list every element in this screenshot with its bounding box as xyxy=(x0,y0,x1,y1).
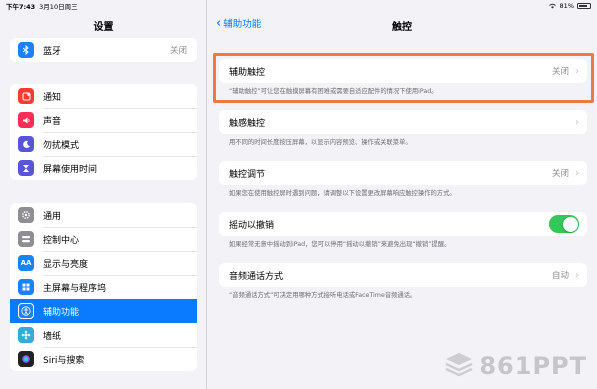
haptic-touch-row[interactable]: 触感触控 › xyxy=(219,110,587,134)
hourglass-icon xyxy=(18,160,34,176)
sidebar-item-sounds[interactable]: 声音 xyxy=(10,108,197,132)
call-audio-routing-note: “音频通话方式”可决定用哪种方式接听电话或FaceTime音频通话。 xyxy=(229,292,417,299)
sidebar-item-label: 显示与亮度 xyxy=(43,259,89,270)
call-audio-routing-row[interactable]: 音频通话方式 自动 › xyxy=(219,263,587,287)
battery-percent: 81% xyxy=(559,2,574,10)
notifications-icon xyxy=(18,88,34,104)
touch-accommodations-value: 关闭 xyxy=(551,169,569,179)
assistive-touch-row[interactable]: 辅助触控 关闭 › xyxy=(219,59,587,83)
shake-to-undo-label: 摇动以撤销 xyxy=(229,220,275,231)
siri-icon xyxy=(18,351,34,367)
sidebar-item-accessibility[interactable]: 辅助功能 xyxy=(10,299,197,323)
sidebar-group-general: 通用 控制中心 AA 显示与亮度 主屏幕与程序坞 辅助功能 墙纸 Siri与搜索 xyxy=(10,203,197,371)
sidebar-item-label: 通知 xyxy=(43,92,62,103)
chevron-right-icon: › xyxy=(575,269,579,281)
sidebar-item-wallpaper[interactable]: 墙纸 xyxy=(10,323,197,347)
display-icon: AA xyxy=(18,255,34,271)
shake-to-undo-row: 摇动以撤销 xyxy=(219,212,587,236)
home-screen-icon xyxy=(18,279,34,295)
chevron-right-icon: › xyxy=(575,167,579,179)
sidebar-item-siri-search[interactable]: Siri与搜索 xyxy=(10,347,197,371)
chevron-right-icon: › xyxy=(575,65,579,77)
call-audio-routing-value: 自动 xyxy=(551,271,569,281)
gear-icon xyxy=(18,207,34,223)
sidebar-item-label: 声音 xyxy=(43,116,62,127)
layers-logo-icon xyxy=(444,351,474,381)
sidebar-item-control-center[interactable]: 控制中心 xyxy=(10,227,197,251)
wallpaper-icon xyxy=(18,327,34,343)
bluetooth-icon xyxy=(18,42,34,58)
shake-to-undo-note: 如果经常无意中摇动到iPad，您可以停用“摇动以撤销”来避免出现“撤销”提醒。 xyxy=(229,241,451,248)
status-time: 下午7:43 xyxy=(6,3,36,11)
status-bar: 下午7:43 3月10日周三 81% xyxy=(0,0,597,12)
sidebar-item-do-not-disturb[interactable]: 勿扰模式 xyxy=(10,132,197,156)
sidebar-item-screen-time[interactable]: 屏幕使用时间 xyxy=(10,156,197,180)
watermark: 861PPT xyxy=(444,351,587,381)
accessibility-icon xyxy=(18,303,34,319)
sidebar-item-label: 控制中心 xyxy=(43,235,80,246)
sidebar: 设置 蓝牙 关闭 通知 声音 勿扰模式 屏幕使用时间 通用 控制中心 AA 显示… xyxy=(0,0,207,389)
sidebar-group-connectivity: 蓝牙 关闭 xyxy=(10,38,197,62)
sidebar-item-display-brightness[interactable]: AA 显示与亮度 xyxy=(10,251,197,275)
sidebar-item-label: 主屏幕与程序坞 xyxy=(43,283,107,294)
sidebar-item-notifications[interactable]: 通知 xyxy=(10,84,197,108)
touch-accommodations-note: 如果您在使用触控屏时遇到问题，请调整以下设置更改屏幕响应触控操作的方式。 xyxy=(229,190,456,197)
moon-icon xyxy=(18,136,34,152)
sidebar-title: 设置 xyxy=(93,22,114,33)
sound-icon xyxy=(18,112,34,128)
page-title: 触控 xyxy=(392,22,412,33)
haptic-touch-note: 用不同的时间长度按压屏幕，以显示内容预览、操作或关联菜单。 xyxy=(229,139,412,146)
sidebar-item-label: 通用 xyxy=(43,211,62,222)
wifi-icon xyxy=(548,2,557,11)
status-date: 3月10日周三 xyxy=(39,3,78,11)
battery-icon xyxy=(577,3,591,9)
watermark-text: 861PPT xyxy=(479,352,587,380)
call-audio-routing-label: 音频通话方式 xyxy=(229,271,284,282)
shake-to-undo-toggle[interactable] xyxy=(549,215,579,233)
sidebar-item-label: 墙纸 xyxy=(43,331,62,342)
sidebar-item-label: Siri与搜索 xyxy=(43,355,85,366)
haptic-touch-label: 触感触控 xyxy=(229,118,266,129)
sidebar-item-value: 关闭 xyxy=(169,46,187,56)
assistive-touch-label: 辅助触控 xyxy=(229,67,266,78)
sidebar-item-bluetooth[interactable]: 蓝牙 关闭 xyxy=(10,38,197,62)
assistive-touch-value: 关闭 xyxy=(551,67,569,77)
touch-accommodations-row[interactable]: 触控调节 关闭 › xyxy=(219,161,587,185)
sidebar-item-home-screen-dock[interactable]: 主屏幕与程序坞 xyxy=(10,275,197,299)
assistive-touch-note: “辅助触控”可让您在触摸屏幕有困难或需要自适应配件的情况下使用iPad。 xyxy=(229,88,438,95)
sidebar-group-notifications: 通知 声音 勿扰模式 屏幕使用时间 xyxy=(10,84,197,180)
sidebar-item-label: 屏幕使用时间 xyxy=(43,164,98,175)
sidebar-item-label: 辅助功能 xyxy=(43,307,80,318)
sidebar-item-general[interactable]: 通用 xyxy=(10,203,197,227)
sidebar-item-label: 蓝牙 xyxy=(43,46,62,57)
chevron-right-icon: › xyxy=(575,116,579,128)
sidebar-item-label: 勿扰模式 xyxy=(43,140,80,151)
toggle-knob xyxy=(562,216,578,232)
detail-pane: ‹ 辅助功能 触控 辅助触控 关闭 › “辅助触控”可让您在触摸屏幕有困难或需要… xyxy=(207,0,597,389)
touch-accommodations-label: 触控调节 xyxy=(229,169,266,180)
control-center-icon xyxy=(18,231,34,247)
status-right: 81% xyxy=(548,2,591,11)
